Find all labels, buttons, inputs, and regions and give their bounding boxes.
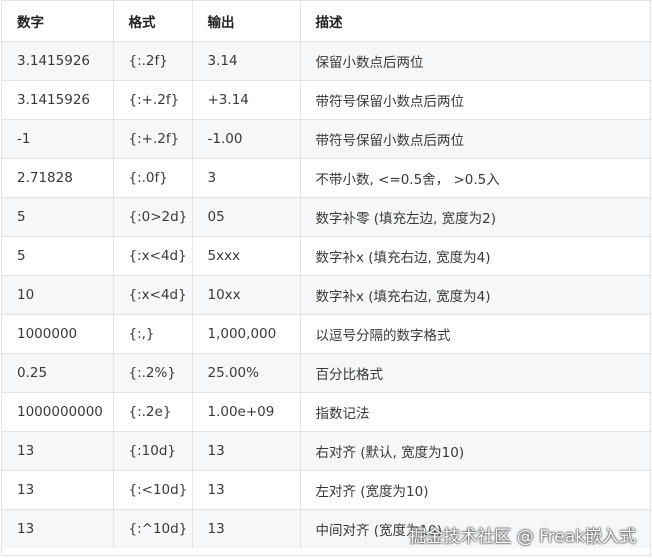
cell-format: {:.2e} <box>113 392 193 432</box>
cell-output: 3 <box>192 158 301 198</box>
cell-output: 5xxx <box>192 236 301 276</box>
cell-output: 1,000,000 <box>192 314 301 354</box>
table-row: 13 {:<10d} 13 左对齐 (宽度为10) <box>2 470 650 510</box>
cell-output: 10xx <box>192 275 301 315</box>
cell-description: 数字补零 (填充左边, 宽度为2) <box>300 197 650 237</box>
table-row: 5 {:0>2d} 05 数字补零 (填充左边, 宽度为2) <box>2 197 650 237</box>
cell-format: {:0>2d} <box>113 197 193 237</box>
table-row: 5 {:x<4d} 5xxx 数字补x (填充右边, 宽度为4) <box>2 236 650 276</box>
format-table-container: 数字 格式 输出 描述 3.1415926 {:.2f} 3.14 保留小数点后… <box>1 0 651 556</box>
format-table: 数字 格式 输出 描述 3.1415926 {:.2f} 3.14 保留小数点后… <box>2 1 650 548</box>
table-row: 3.1415926 {:+.2f} +3.14 带符号保留小数点后两位 <box>2 80 650 120</box>
cell-format: {:+.2f} <box>113 119 193 159</box>
cell-number: 2.71828 <box>2 158 114 198</box>
cell-output: +3.14 <box>192 80 301 120</box>
watermark: 掘金技术社区 @ Freak嵌入式 <box>409 527 636 547</box>
cell-description: 数字补x (填充右边, 宽度为4) <box>300 236 650 276</box>
cell-format: {:,} <box>113 314 193 354</box>
cell-number: 5 <box>2 197 114 237</box>
cell-output: 1.00e+09 <box>192 392 301 432</box>
cell-description: 左对齐 (宽度为10) <box>300 470 650 510</box>
header-number: 数字 <box>2 1 114 42</box>
cell-output: 13 <box>192 470 301 510</box>
cell-description: 数字补x (填充右边, 宽度为4) <box>300 275 650 315</box>
cell-number: 13 <box>2 470 114 510</box>
cell-output: 13 <box>192 509 301 548</box>
cell-number: 13 <box>2 431 114 471</box>
cell-format: {:.2%} <box>113 353 193 393</box>
cell-description: 保留小数点后两位 <box>300 41 650 81</box>
table-header-row: 数字 格式 输出 描述 <box>2 1 650 42</box>
table-row: 13 {:10d} 13 右对齐 (默认, 宽度为10) <box>2 431 650 471</box>
cell-description: 以逗号分隔的数字格式 <box>300 314 650 354</box>
cell-format: {:x<4d} <box>113 275 193 315</box>
header-description: 描述 <box>300 1 650 42</box>
cell-number: 1000000000 <box>2 392 114 432</box>
cell-output: 13 <box>192 431 301 471</box>
cell-number: 3.1415926 <box>2 41 114 81</box>
cell-description: 带符号保留小数点后两位 <box>300 80 650 120</box>
cell-number: 13 <box>2 509 114 548</box>
cell-number: 10 <box>2 275 114 315</box>
table-row: -1 {:+.2f} -1.00 带符号保留小数点后两位 <box>2 119 650 159</box>
cell-format: {:x<4d} <box>113 236 193 276</box>
table-row: 10 {:x<4d} 10xx 数字补x (填充右边, 宽度为4) <box>2 275 650 315</box>
header-output: 输出 <box>192 1 301 42</box>
cell-output: 05 <box>192 197 301 237</box>
cell-number: 1000000 <box>2 314 114 354</box>
table-row: 2.71828 {:.0f} 3 不带小数, <=0.5舍， >0.5入 <box>2 158 650 198</box>
cell-description: 百分比格式 <box>300 353 650 393</box>
cell-format: {:<10d} <box>113 470 193 510</box>
cell-number: -1 <box>2 119 114 159</box>
header-format: 格式 <box>113 1 193 42</box>
cell-description: 指数记法 <box>300 392 650 432</box>
cell-format: {:10d} <box>113 431 193 471</box>
cell-output: -1.00 <box>192 119 301 159</box>
table-row: 1000000 {:,} 1,000,000 以逗号分隔的数字格式 <box>2 314 650 354</box>
cell-number: 0.25 <box>2 353 114 393</box>
cell-number: 3.1415926 <box>2 80 114 120</box>
cell-format: {:.0f} <box>113 158 193 198</box>
cell-description: 不带小数, <=0.5舍， >0.5入 <box>300 158 650 198</box>
cell-output: 25.00% <box>192 353 301 393</box>
table-row: 1000000000 {:.2e} 1.00e+09 指数记法 <box>2 392 650 432</box>
cell-format: {:+.2f} <box>113 80 193 120</box>
table-row: 3.1415926 {:.2f} 3.14 保留小数点后两位 <box>2 41 650 81</box>
table-row: 0.25 {:.2%} 25.00% 百分比格式 <box>2 353 650 393</box>
cell-output: 3.14 <box>192 41 301 81</box>
cell-format: {:.2f} <box>113 41 193 81</box>
cell-description: 带符号保留小数点后两位 <box>300 119 650 159</box>
cell-description: 右对齐 (默认, 宽度为10) <box>300 431 650 471</box>
cell-number: 5 <box>2 236 114 276</box>
cell-format: {:^10d} <box>113 509 193 548</box>
